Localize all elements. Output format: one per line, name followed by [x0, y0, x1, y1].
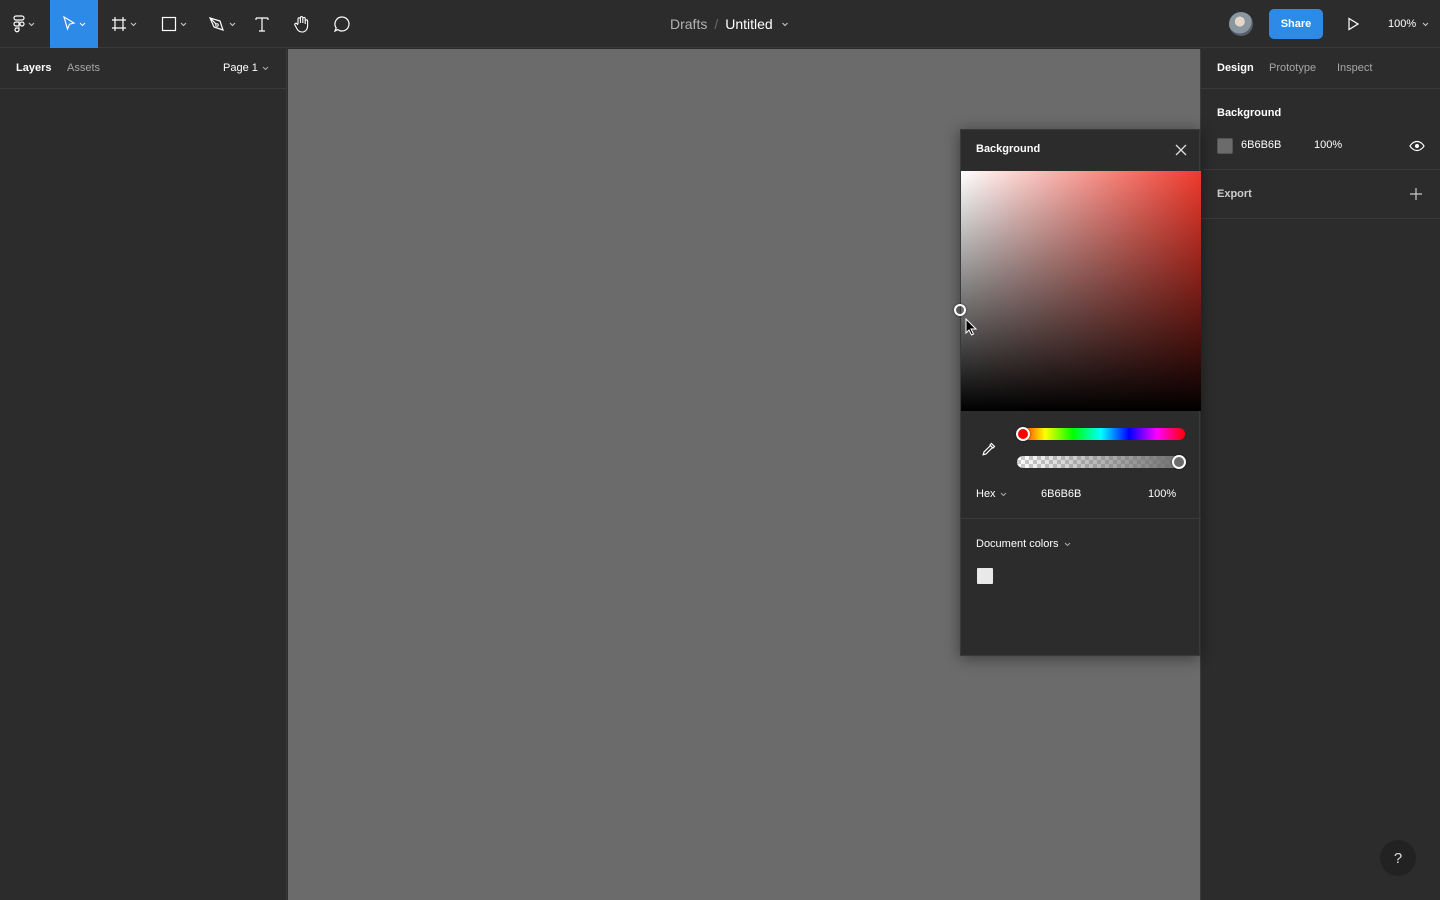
mouse-cursor-icon	[965, 318, 978, 336]
color-mode-label: Hex	[976, 488, 996, 500]
text-icon	[255, 17, 269, 32]
eyedropper-icon[interactable]	[981, 441, 997, 457]
toolbar: Drafts / Untitled Share 100%	[0, 0, 1440, 48]
background-section: Background 6B6B6B 100%	[1201, 89, 1440, 170]
hex-input[interactable]: 6B6B6B	[1041, 488, 1081, 500]
chevron-down-icon	[262, 66, 269, 70]
chevron-down-icon	[1000, 492, 1006, 496]
move-tool-button[interactable]	[50, 0, 98, 48]
background-swatch[interactable]	[1217, 138, 1233, 154]
color-picker-popup: Background Hex 6B6B6B 100% Document colo…	[954, 129, 1201, 656]
pen-tool-button[interactable]	[198, 0, 246, 48]
background-section-title: Background	[1217, 107, 1282, 119]
breadcrumb-drafts[interactable]: Drafts	[670, 16, 707, 32]
eye-icon[interactable]	[1409, 138, 1425, 154]
left-panel-tabs: Layers Assets Page 1	[0, 49, 286, 89]
color-picker-header: Background	[961, 130, 1199, 170]
chevron-down-icon[interactable]	[781, 22, 789, 27]
saturation-handle[interactable]	[954, 304, 966, 316]
color-picker-title: Background	[976, 143, 1041, 155]
color-value-row: Hex 6B6B6B 100%	[961, 488, 1201, 504]
opacity-handle[interactable]	[1172, 455, 1186, 469]
chevron-down-icon	[1422, 22, 1429, 26]
file-breadcrumb: Drafts / Untitled	[670, 0, 789, 48]
export-section-title: Export	[1217, 188, 1252, 200]
tab-layers[interactable]: Layers	[16, 62, 51, 74]
tab-assets[interactable]: Assets	[67, 62, 100, 74]
tab-design[interactable]: Design	[1217, 62, 1254, 74]
cursor-arrow-icon	[63, 16, 76, 31]
hue-handle[interactable]	[1016, 427, 1030, 441]
frame-tool-button[interactable]	[100, 0, 148, 48]
hand-tool-button[interactable]	[284, 0, 320, 48]
frame-icon	[112, 17, 126, 31]
shape-tool-button[interactable]	[150, 0, 198, 48]
chevron-down-icon	[28, 22, 35, 26]
chevron-down-icon	[79, 22, 86, 26]
left-panel: Layers Assets Page 1	[0, 49, 287, 900]
tab-inspect[interactable]: Inspect	[1337, 62, 1372, 74]
text-tool-button[interactable]	[246, 0, 278, 48]
breadcrumb-separator: /	[714, 16, 719, 32]
hue-slider[interactable]	[1016, 427, 1185, 441]
close-icon[interactable]	[1173, 142, 1189, 158]
file-name[interactable]: Untitled	[725, 16, 772, 32]
right-panel-tabs: Design Prototype Inspect	[1201, 49, 1440, 89]
comment-icon	[333, 16, 350, 33]
saturation-field[interactable]	[954, 171, 1201, 411]
rectangle-icon	[161, 16, 177, 32]
background-opacity-value[interactable]: 100%	[1314, 139, 1342, 151]
user-avatar[interactable]	[1229, 12, 1253, 36]
play-icon	[1348, 17, 1359, 31]
pen-icon	[208, 17, 224, 31]
tab-prototype[interactable]: Prototype	[1269, 62, 1316, 74]
comment-tool-button[interactable]	[324, 0, 360, 48]
document-color-swatch[interactable]	[977, 568, 993, 584]
main-menu-button[interactable]	[0, 0, 48, 48]
document-colors-dropdown[interactable]: Document colors	[976, 538, 1071, 550]
page-selector[interactable]: Page 1	[223, 62, 269, 74]
page-label: Page 1	[223, 62, 258, 74]
right-panel: Design Prototype Inspect Background 6B6B…	[1200, 49, 1440, 900]
figma-logo-icon	[13, 15, 25, 33]
share-button[interactable]: Share	[1269, 9, 1323, 39]
color-mode-dropdown[interactable]: Hex	[976, 488, 1007, 500]
zoom-value: 100%	[1388, 18, 1417, 30]
divider	[961, 518, 1201, 519]
chevron-down-icon	[180, 22, 187, 26]
plus-icon[interactable]	[1409, 187, 1423, 201]
chevron-down-icon	[1064, 542, 1070, 546]
export-section: Export	[1201, 170, 1440, 219]
hand-icon	[294, 16, 309, 33]
help-button[interactable]: ?	[1380, 840, 1416, 876]
chevron-down-icon	[130, 22, 137, 26]
present-button[interactable]	[1343, 14, 1363, 34]
opacity-input[interactable]: 100%	[1148, 488, 1176, 500]
chevron-down-icon	[229, 22, 236, 26]
zoom-dropdown[interactable]: 100%	[1388, 0, 1429, 48]
background-hex-value[interactable]: 6B6B6B	[1241, 139, 1281, 151]
document-colors-label: Document colors	[976, 538, 1059, 550]
opacity-slider[interactable]	[1017, 455, 1186, 469]
